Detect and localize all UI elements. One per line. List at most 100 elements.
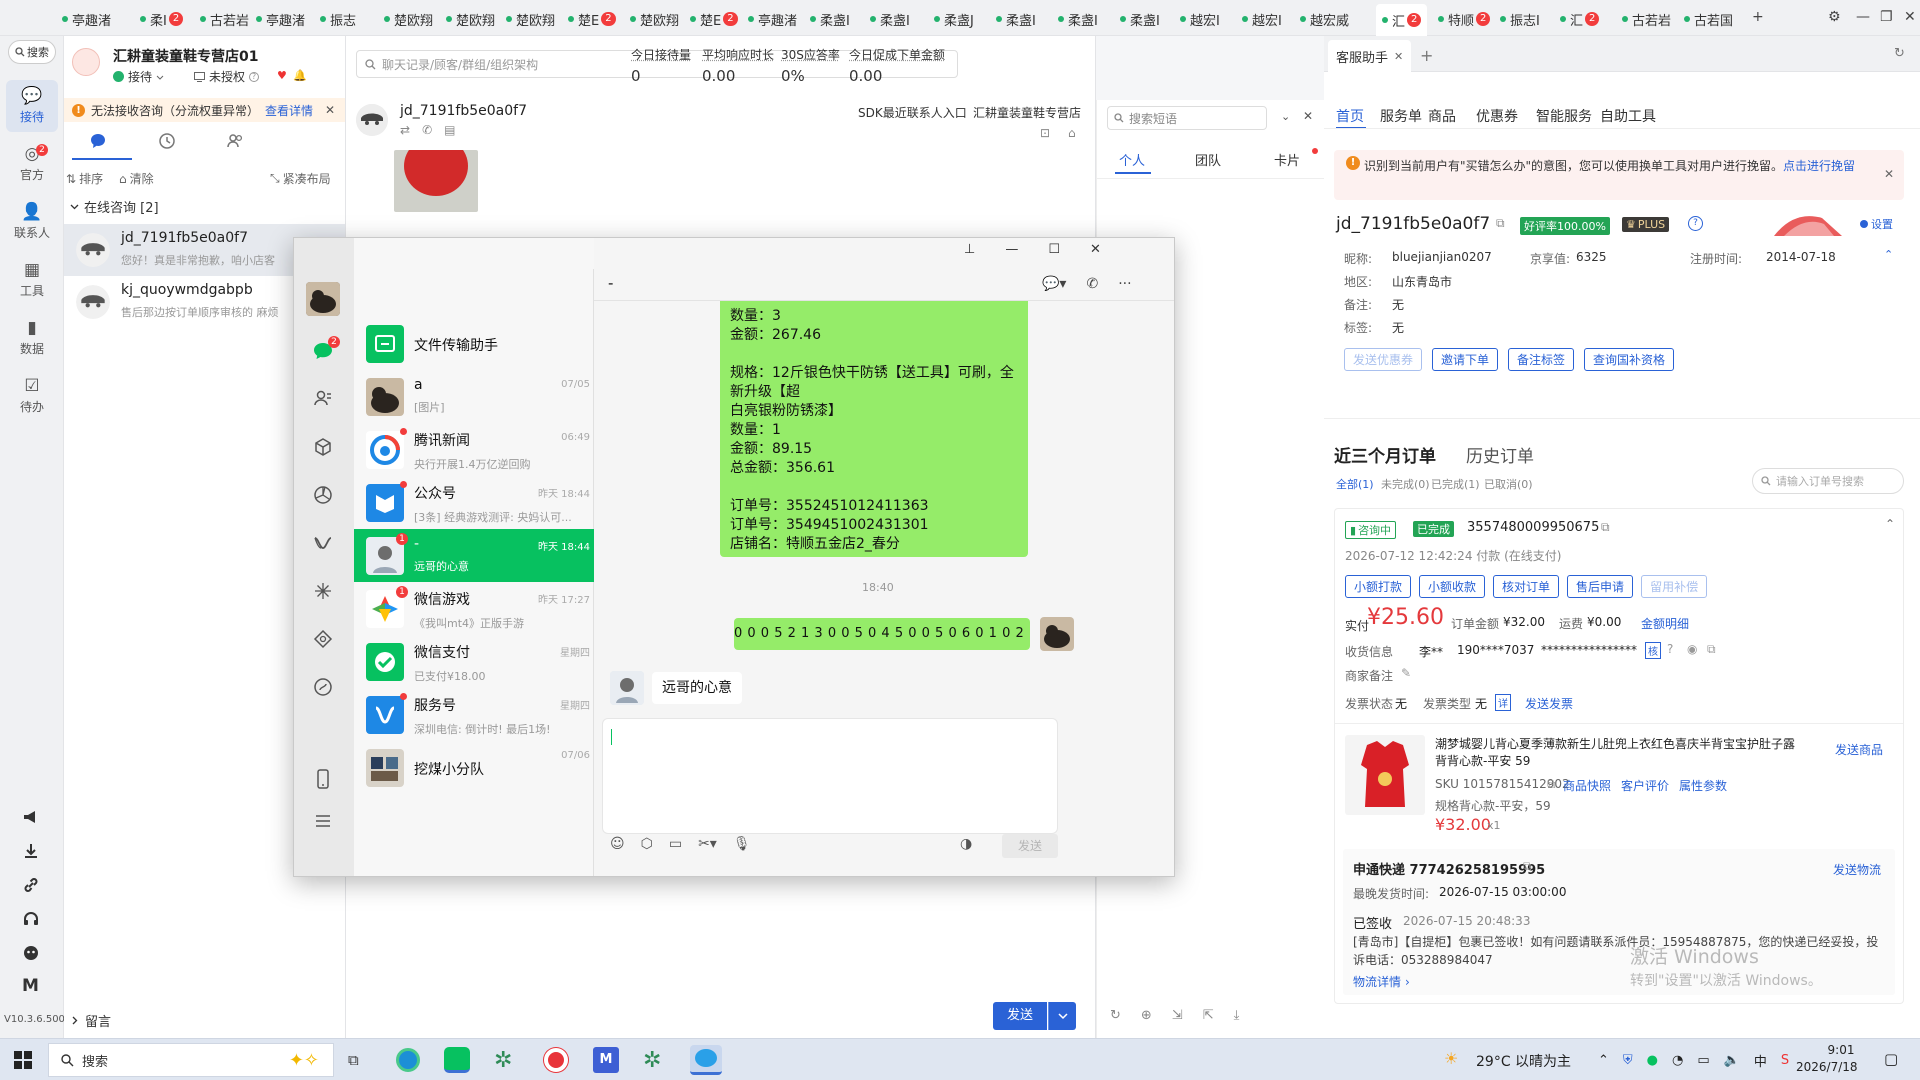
warning-link[interactable]: 查看详情 (265, 102, 313, 119)
product-image[interactable] (1345, 735, 1425, 815)
moments-icon[interactable] (312, 484, 334, 506)
microphone-icon[interactable]: 🎙 (733, 836, 751, 852)
shop-tab[interactable]: 振志 (320, 8, 356, 30)
bell-icon[interactable]: 🔔 (293, 69, 307, 82)
verify-badge[interactable]: 核 (1645, 642, 1661, 659)
link-icon[interactable] (22, 876, 40, 894)
notification-icon[interactable]: ▢ (1884, 1050, 1898, 1068)
volume-icon[interactable]: 🔈 (1724, 1053, 1740, 1068)
order-search-box[interactable]: 请输入订单号搜索 (1752, 468, 1904, 494)
shop-tab[interactable]: 柔盏J (934, 8, 974, 30)
sent-message-bubble[interactable]: 0 0 0 5 2 1 3 0 0 5 0 4 5 0 0 5 0 6 0 1 … (734, 618, 1030, 650)
robot-icon[interactable] (22, 944, 40, 962)
red-app-icon[interactable] (544, 1048, 568, 1072)
reception-status[interactable]: 接待 (113, 68, 164, 85)
shop-tab[interactable]: 柔盏I (1120, 8, 1160, 30)
shop-tab[interactable]: 古若岩 (200, 8, 249, 30)
shop-tab[interactable]: 楚欧翔 (630, 8, 679, 30)
clock-tab-icon[interactable] (158, 132, 176, 150)
collapse-icon[interactable]: ⌄ (1281, 110, 1290, 123)
clock-time[interactable]: 9:01 (1816, 1043, 1866, 1057)
assistant-nav-2[interactable]: 商品 (1428, 106, 1456, 126)
chat-bubble-tab-icon[interactable] (89, 132, 107, 150)
chevron-up-icon[interactable]: ⌃ (1598, 1053, 1609, 1068)
chat-image[interactable] (394, 150, 478, 212)
shop-tab[interactable]: 楚E 2 (690, 8, 738, 30)
menu-icon[interactable] (312, 810, 334, 832)
rail-item-1[interactable]: ◎ 官方 2 (6, 138, 58, 190)
shop-tab[interactable]: 汇2 (1560, 8, 1600, 30)
quick-tab-card[interactable]: 卡片 (1274, 150, 1300, 169)
copy-icon[interactable]: ⧉ (1523, 859, 1532, 874)
wechat-send-button[interactable]: 发送 (1002, 834, 1058, 858)
maximize-icon[interactable]: ☐ (1048, 242, 1060, 257)
windows-start-icon[interactable] (14, 1051, 32, 1069)
download-icon[interactable] (22, 842, 40, 860)
sort-button[interactable]: ⇅ 排序 (66, 170, 103, 187)
layout-button[interactable]: ⤡ 紧凑布局 (270, 170, 331, 187)
copy-icon[interactable]: ⧉ (1547, 777, 1556, 792)
settings-link[interactable]: 设置 (1860, 216, 1893, 232)
logistics-more-link[interactable]: 物流详情 › (1353, 973, 1410, 990)
app-star-icon-2[interactable]: ✲ (643, 1048, 661, 1073)
m-app-icon[interactable]: M (593, 1047, 619, 1073)
file-transfer-chat[interactable]: 文件传输助手 (354, 317, 594, 370)
customer-action-button[interactable]: 邀请下单 (1432, 348, 1499, 371)
assistant-nav-0[interactable]: 首页 (1336, 106, 1364, 126)
favorites-icon[interactable]: ⬡ (641, 836, 653, 852)
phone-icon[interactable]: ✆ (422, 123, 432, 137)
sogou-icon[interactable]: S (1781, 1053, 1789, 1068)
contacts-icon[interactable] (312, 388, 334, 410)
channels-icon[interactable] (312, 532, 334, 554)
pin-icon[interactable]: ⊥ (964, 242, 975, 257)
team-chat[interactable]: 挖煤小分队 07/06 (354, 741, 594, 794)
contact-a-chat[interactable]: a [图片] 07/05 (354, 370, 594, 423)
collapse-up-icon[interactable]: ⌃ (1885, 517, 1895, 531)
official-accounts-chat[interactable]: 公众号 [3条] 经典游戏测评: 央妈认可... 昨天 18:44 (354, 476, 594, 529)
customer-action-button[interactable]: 备注标签 (1508, 348, 1575, 371)
shop-tab[interactable]: 楚欧翔 (446, 8, 495, 30)
card-icon[interactable]: ▤ (444, 123, 455, 137)
jd-app-icon[interactable] (690, 1045, 722, 1075)
send-button[interactable]: 发送 (993, 1002, 1047, 1030)
wechat-taskbar-icon[interactable] (444, 1047, 470, 1073)
rail-item-4[interactable]: ▮ 数据 (6, 312, 58, 364)
close-icon[interactable]: ✕ (1090, 242, 1101, 257)
shop-tab[interactable]: 柔盏I (870, 8, 910, 30)
close-icon[interactable]: ✕ (1303, 109, 1313, 123)
amount-detail-link[interactable]: 金额明细 (1641, 615, 1689, 632)
refresh-icon[interactable]: ↻ (1894, 46, 1905, 61)
wechat-games-chat[interactable]: 1 微信游戏 《我叫mt4》正版手游 昨天 17:27 (354, 582, 594, 635)
eye-icon[interactable]: ◉ (1687, 642, 1697, 656)
shop-tab[interactable]: 楚欧翔 (506, 8, 555, 30)
order-filter[interactable]: 未完成(0) (1381, 476, 1430, 492)
orders-title[interactable]: 近三个月订单 (1334, 442, 1436, 467)
rail-item-5[interactable]: ☑ 待办 (6, 370, 58, 422)
shop-tab[interactable]: 柔盏I (1058, 8, 1098, 30)
group-tab-icon[interactable] (226, 132, 244, 150)
bubble-dropdown-icon[interactable]: 💬▾ (1042, 276, 1066, 292)
copy-icon[interactable]: ⧉ (1601, 520, 1610, 535)
online-group-header[interactable]: 在线咨询 [2] (70, 197, 159, 216)
shop-tab[interactable]: 亭趣渚 (256, 8, 305, 30)
shop-tab[interactable]: 柔I 2 (140, 8, 184, 30)
security-icon[interactable]: ⛨ (1623, 1053, 1633, 1068)
rail-search-button[interactable]: 搜索 (8, 40, 56, 64)
clear-button[interactable]: ⌂ 清除 (119, 170, 154, 187)
assistant-tab[interactable]: 客服助手 ✕ (1328, 40, 1412, 72)
scissors-icon[interactable]: ✂▾ (698, 836, 717, 852)
search-sparkle-icon[interactable] (312, 580, 334, 602)
send-logistics-link[interactable]: 发送物流 (1833, 861, 1881, 878)
taskbar-search[interactable]: 搜索 ✦✧ (48, 1043, 334, 1077)
mini-program-icon[interactable] (312, 628, 334, 650)
product-title[interactable]: 潮梦城婴儿背心夏季薄款新生儿肚兜上衣红色喜庆半背宝宝护肚子露背背心款-平安 59 (1435, 736, 1805, 770)
call-icon[interactable]: ✆ (1086, 276, 1098, 292)
close-icon[interactable]: ✕ (1904, 9, 1916, 25)
send-invoice-link[interactable]: 发送发票 (1525, 695, 1573, 712)
share-icon[interactable]: ⇱ (1203, 1008, 1214, 1023)
order-filter[interactable]: 已取消(0) (1484, 476, 1533, 492)
auth-status[interactable]: 未授权 ? (194, 68, 260, 85)
wechat-pay-chat[interactable]: 微信支付 已支付¥18.00 星期四 (354, 635, 594, 688)
order-message-bubble[interactable]: 数量：3 金额：267.46 规格：12斤银色快干防锈【送工具】可刷，全新升级【超白… (720, 301, 1028, 557)
rail-item-0[interactable]: 💬 接待 (6, 80, 58, 132)
